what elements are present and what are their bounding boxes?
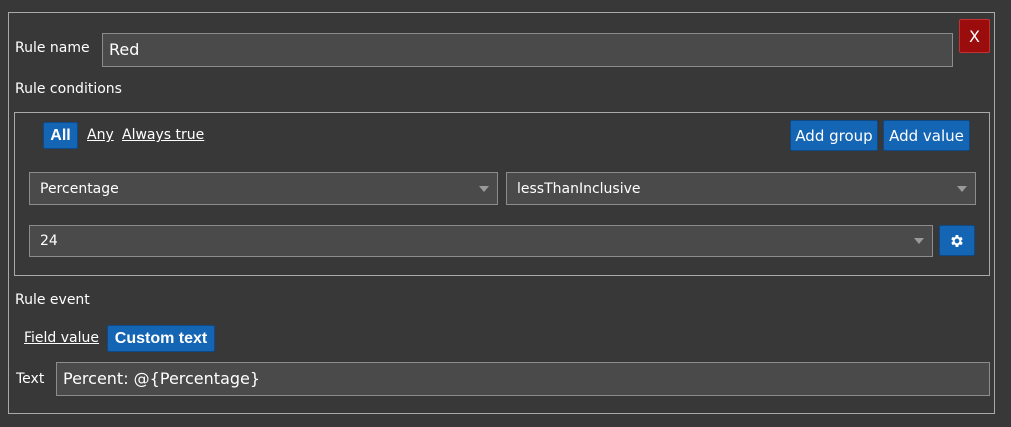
close-button[interactable]: X: [959, 19, 990, 53]
rule-name-label: Rule name: [15, 40, 90, 56]
chevron-down-icon: [914, 238, 924, 244]
condition-operator-select[interactable]: lessThanInclusive: [506, 172, 976, 205]
chevron-down-icon: [479, 185, 489, 192]
gear-icon: [951, 234, 963, 247]
condition-field-value: Percentage: [40, 180, 119, 197]
mode-always-true-link[interactable]: Always true: [122, 127, 204, 143]
condition-settings-button[interactable]: [939, 225, 975, 256]
mode-all-button[interactable]: All: [43, 122, 78, 149]
condition-value-select[interactable]: 24: [29, 225, 933, 257]
rule-event-label: Rule event: [15, 292, 90, 308]
event-text-input[interactable]: Percent: @{Percentage}: [56, 362, 990, 396]
text-label: Text: [16, 371, 45, 387]
add-value-button[interactable]: Add value: [883, 120, 970, 151]
add-group-button[interactable]: Add group: [790, 120, 878, 151]
mode-any-link[interactable]: Any: [87, 127, 114, 143]
condition-value: 24: [40, 233, 58, 249]
condition-operator-value: lessThanInclusive: [517, 180, 641, 197]
chevron-down-icon: [957, 185, 967, 192]
custom-text-button[interactable]: Custom text: [107, 325, 215, 352]
rule-conditions-label: Rule conditions: [15, 81, 122, 97]
condition-field-select[interactable]: Percentage: [29, 172, 498, 205]
field-value-link[interactable]: Field value: [24, 330, 99, 346]
rule-name-input[interactable]: Red: [102, 33, 953, 67]
